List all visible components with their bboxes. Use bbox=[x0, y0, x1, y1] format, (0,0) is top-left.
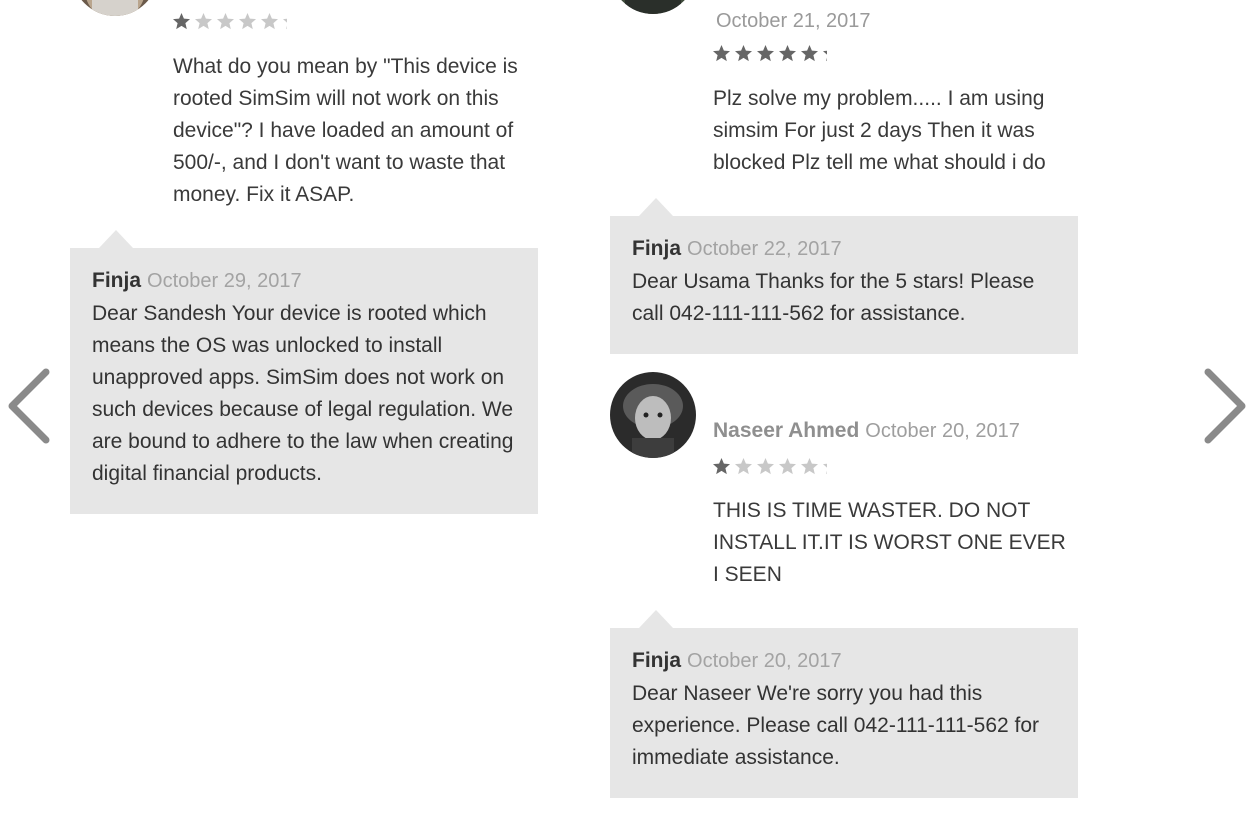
star-empty-icon bbox=[734, 457, 753, 476]
star-empty-icon bbox=[822, 457, 827, 476]
previous-button[interactable] bbox=[2, 366, 52, 446]
star-filled-icon bbox=[712, 44, 731, 63]
review-rating bbox=[712, 456, 827, 476]
review-text: Plz solve my problem..... I am using sim… bbox=[713, 87, 1046, 174]
star-empty-icon bbox=[260, 12, 279, 31]
star-filled-icon bbox=[800, 44, 819, 63]
reply-header: Finja October 20, 2017 bbox=[632, 644, 1056, 678]
star-filled-icon bbox=[778, 44, 797, 63]
reviewer-name-line: Naseer Ahmed October 20, 2017 bbox=[713, 419, 1020, 443]
review-rating bbox=[172, 11, 287, 31]
star-empty-icon bbox=[800, 457, 819, 476]
star-filled-icon bbox=[712, 457, 731, 476]
star-empty-icon bbox=[238, 12, 257, 31]
chevron-left-icon bbox=[8, 368, 50, 444]
star-empty-icon bbox=[282, 12, 287, 31]
reply-date: October 29, 2017 bbox=[147, 270, 302, 292]
next-button[interactable] bbox=[1202, 366, 1252, 446]
reply-text: Dear Sandesh Your device is rooted which… bbox=[92, 302, 514, 485]
developer-reply: Finja October 29, 2017 Dear Sandesh Your … bbox=[70, 230, 538, 514]
reviewer-avatar bbox=[72, 0, 158, 16]
star-filled-icon bbox=[822, 44, 827, 63]
review-date: October 21, 2017 bbox=[716, 10, 871, 32]
reply-header: Finja October 22, 2017 bbox=[632, 232, 1056, 266]
star-filled-icon bbox=[756, 44, 775, 63]
reply-author: Finja bbox=[92, 269, 142, 292]
reviews-carousel: What do you mean by "This device is root… bbox=[0, 0, 1260, 826]
reply-date: October 20, 2017 bbox=[687, 650, 842, 672]
reply-date: October 22, 2017 bbox=[687, 238, 842, 260]
reviewer-avatar bbox=[610, 372, 696, 458]
developer-reply: Finja October 22, 2017 Dear Usama Thanks … bbox=[610, 198, 1078, 354]
reply-text: Dear Usama Thanks for the 5 stars! Pleas… bbox=[632, 270, 1035, 325]
reply-author: Finja bbox=[632, 649, 682, 672]
star-filled-icon bbox=[734, 44, 753, 63]
star-empty-icon bbox=[778, 457, 797, 476]
reviewer-name: Naseer Ahmed bbox=[713, 419, 860, 442]
review-text: What do you mean by "This device is root… bbox=[173, 55, 518, 206]
star-empty-icon bbox=[194, 12, 213, 31]
reply-text: Dear Naseer We're sorry you had this exp… bbox=[632, 682, 1040, 769]
reply-author: Finja bbox=[632, 237, 682, 260]
star-empty-icon bbox=[216, 12, 235, 31]
review-date: October 20, 2017 bbox=[865, 420, 1020, 442]
developer-reply: Finja October 20, 2017 Dear Naseer We're … bbox=[610, 610, 1078, 798]
reviewer-avatar bbox=[610, 0, 696, 14]
star-filled-icon bbox=[172, 12, 191, 31]
reply-header: Finja October 29, 2017 bbox=[92, 264, 516, 298]
chevron-right-icon bbox=[1204, 368, 1246, 444]
review-rating bbox=[712, 43, 827, 63]
star-empty-icon bbox=[756, 457, 775, 476]
review-text: THIS IS TIME WASTER. DO NOT INSTALL IT.I… bbox=[713, 499, 1066, 586]
